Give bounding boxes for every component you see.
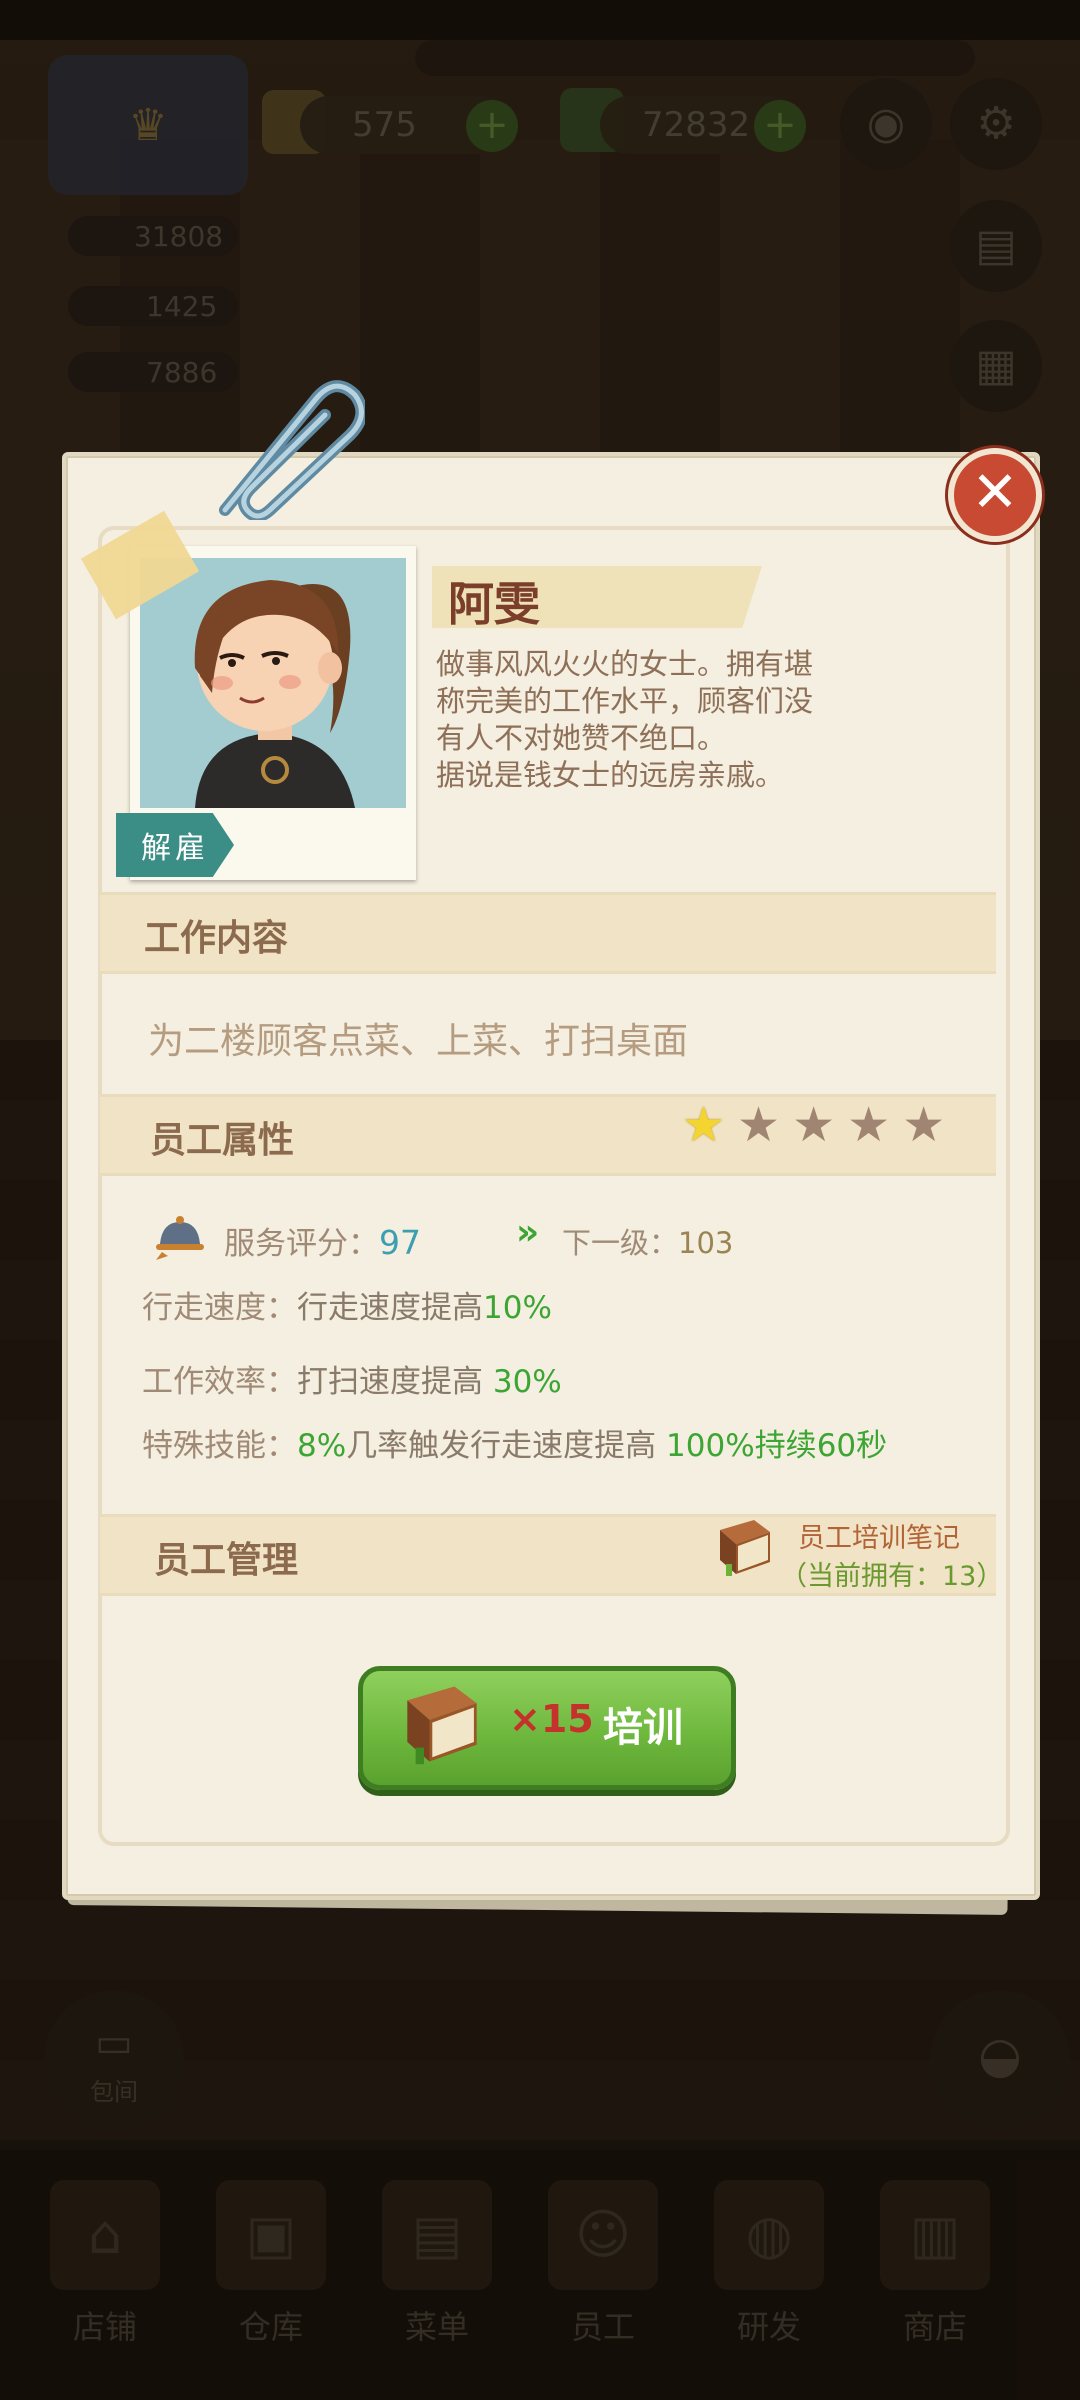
double-chevron-icon: » [516, 1212, 540, 1253]
star-empty-icon: ★ [847, 1097, 891, 1153]
work-efficiency-value: 30% [492, 1364, 562, 1400]
train-label: 培训 [603, 1705, 683, 1751]
close-button[interactable]: ✕ [948, 448, 1042, 542]
description-line: 据说是钱女士的远房亲戚。 [436, 758, 785, 792]
training-notes-title: 员工培训笔记 [798, 1523, 960, 1554]
star-empty-icon: ★ [902, 1097, 946, 1153]
work-content-title: 工作内容 [144, 918, 289, 959]
work-content-text: 为二楼顾客点菜、上菜、打扫桌面 [148, 1021, 689, 1062]
star-rating: ★ ★ ★ ★ ★ [682, 1100, 945, 1150]
fire-button[interactable]: 解雇 [116, 813, 234, 877]
training-book-icon [407, 1686, 477, 1765]
next-level-label: 下一级： [562, 1226, 679, 1260]
special-skill-row: 特殊技能：8%几率触发行走速度提高 100%持续60秒 [142, 1420, 887, 1465]
description-line: 称完美的工作水平，顾客们没 [436, 684, 814, 718]
staff-management-title: 员工管理 [154, 1540, 299, 1581]
work-efficiency-text: 打扫速度提高 [297, 1364, 483, 1400]
work-content-header: 工作内容 [100, 892, 996, 974]
skill-duration: 60秒 [816, 1428, 888, 1464]
next-level-value: 103 [678, 1226, 734, 1260]
work-efficiency-label: 工作效率： [142, 1364, 297, 1400]
paperclip-icon [219, 380, 365, 520]
star-empty-icon: ★ [737, 1097, 781, 1153]
service-score-label: 服务评分： [224, 1226, 379, 1262]
next-level: 下一级：103 [562, 1220, 733, 1262]
work-efficiency-row: 工作效率：打扫速度提高 30% [142, 1356, 562, 1401]
walk-speed-value: 10% [483, 1290, 552, 1326]
description-line: 做事风风火火的女士。拥有堪 [436, 647, 814, 681]
train-button[interactable]: ×15 培训 [358, 1666, 736, 1790]
training-book-icon [720, 1520, 770, 1576]
skill-boost: 100% [666, 1428, 755, 1464]
service-score: 服务评分：97 [224, 1218, 421, 1263]
skill-text-1: 几率触发行走速度提高 [346, 1428, 657, 1464]
service-score-value: 97 [379, 1223, 421, 1262]
staff-description: 做事风风火火的女士。拥有堪 称完美的工作水平，顾客们没 有人不对她赞不绝口。 据… [436, 646, 856, 794]
star-empty-icon: ★ [792, 1097, 836, 1153]
skill-text-2: 持续 [754, 1428, 817, 1464]
special-skill-label: 特殊技能： [142, 1428, 297, 1464]
portrait-image [140, 558, 406, 808]
walk-speed-text: 行走速度提高 [297, 1290, 483, 1326]
skill-chance: 8% [297, 1428, 347, 1464]
train-cost: ×15 [509, 1697, 594, 1741]
service-bell-icon [156, 1216, 204, 1260]
training-notes-owned: （当前拥有：13） [780, 1561, 1004, 1592]
description-line: 有人不对她赞不绝口。 [436, 721, 727, 755]
walk-speed-label: 行走速度： [142, 1290, 297, 1326]
character-avatar [140, 558, 406, 808]
staff-attributes-title: 员工属性 [150, 1120, 295, 1161]
walk-speed-row: 行走速度：行走速度提高10% [142, 1282, 552, 1327]
star-filled-icon: ★ [682, 1097, 726, 1153]
staff-name: 阿雯 [448, 577, 540, 631]
